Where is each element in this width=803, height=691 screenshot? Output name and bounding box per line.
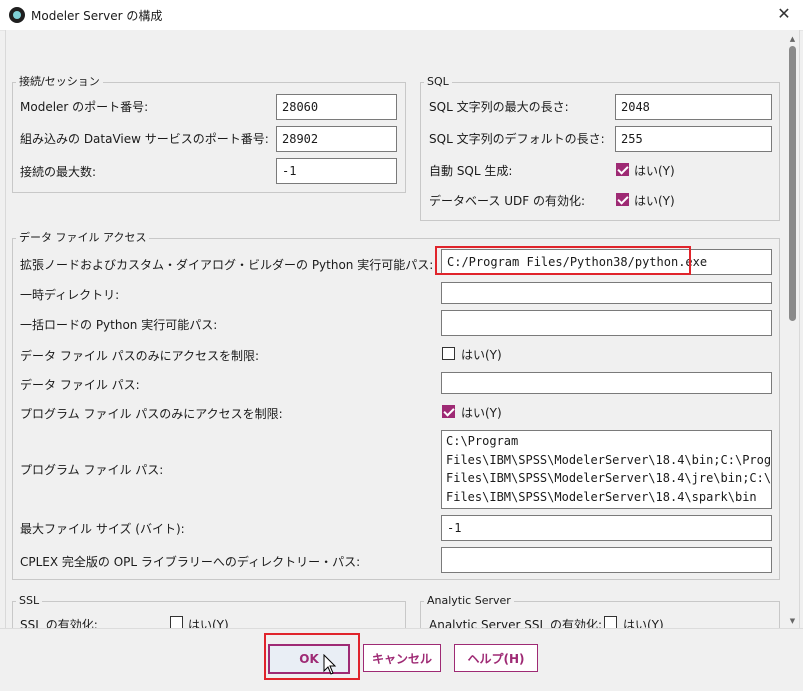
sql-maxlen-label: SQL 文字列の最大の長さ: — [429, 100, 569, 114]
scroll-down-icon[interactable]: ▼ — [787, 616, 798, 626]
temp-dir-input[interactable] — [441, 282, 772, 304]
prog-path-label: プログラム ファイル パス: — [20, 463, 164, 477]
restrict-data-check-label[interactable]: はい(Y) — [461, 346, 502, 363]
port-label: Modeler のポート番号: — [20, 100, 149, 114]
bulk-python-label: 一括ロードの Python 実行可能パス: — [20, 318, 218, 332]
ok-button[interactable]: OK — [268, 644, 350, 674]
max-file-size-label: 最大ファイル サイズ (バイト): — [20, 522, 185, 536]
max-file-size-input[interactable]: -1 — [441, 515, 772, 541]
scroll-up-icon[interactable]: ▲ — [787, 34, 798, 44]
dataview-port-label: 組み込みの DataView サービスのポート番号: — [20, 132, 269, 146]
sql-maxlen-input[interactable]: 2048 — [615, 94, 772, 120]
restrict-prog-checkbox[interactable] — [442, 405, 455, 418]
auto-sql-checkbox[interactable] — [616, 163, 629, 176]
sql-deflen-label: SQL 文字列のデフォルトの長さ: — [429, 132, 605, 146]
title-bar: Modeler Server の構成 ✕ — [0, 0, 803, 31]
analytic-ssl-checkbox[interactable] — [604, 616, 617, 628]
max-connections-label: 接続の最大数: — [20, 165, 97, 179]
dataview-port-input[interactable]: 28902 — [276, 126, 397, 152]
udf-check-label[interactable]: はい(Y) — [634, 192, 675, 209]
connection-legend: 接続/セッション — [16, 76, 103, 88]
data-path-input[interactable] — [441, 372, 772, 394]
ssl-enable-check-label[interactable]: はい(Y) — [188, 616, 229, 628]
analytic-ssl-check-label[interactable]: はい(Y) — [623, 616, 664, 628]
python-path-label: 拡張ノードおよびカスタム・ダイアログ・ビルダーの Python 実行可能パス: — [20, 258, 434, 272]
data-access-legend: データ ファイル アクセス — [16, 232, 150, 244]
ssl-enable-label: SSL の有効化: — [20, 618, 98, 628]
help-button[interactable]: ヘルプ(H) — [454, 644, 538, 672]
ssl-enable-checkbox[interactable] — [170, 616, 183, 628]
restrict-data-label: データ ファイル パスのみにアクセスを制限: — [20, 349, 260, 363]
sql-legend: SQL — [424, 76, 452, 88]
close-icon[interactable]: ✕ — [771, 3, 797, 25]
app-icon — [9, 7, 25, 23]
analytic-legend: Analytic Server — [424, 595, 514, 607]
mouse-cursor-icon — [323, 654, 337, 675]
temp-dir-label: 一時ディレクトリ: — [20, 288, 120, 302]
auto-sql-label: 自動 SQL 生成: — [429, 164, 513, 178]
udf-label: データベース UDF の有効化: — [429, 194, 585, 208]
cplex-path-label: CPLEX 完全版の OPL ライブラリーへのディレクトリー・パス: — [20, 555, 361, 569]
port-input[interactable]: 28060 — [276, 94, 397, 120]
restrict-prog-check-label[interactable]: はい(Y) — [461, 404, 502, 421]
restrict-data-checkbox[interactable] — [442, 347, 455, 360]
ssl-legend: SSL — [16, 595, 43, 607]
cancel-button[interactable]: キャンセル — [363, 644, 441, 672]
udf-checkbox[interactable] — [616, 193, 629, 206]
data-path-label: データ ファイル パス: — [20, 378, 140, 392]
scroll-thumb[interactable] — [789, 46, 796, 321]
restrict-prog-label: プログラム ファイル パスのみにアクセスを制限: — [20, 407, 283, 421]
dialog-body: 接続/セッション Modeler のポート番号: 28060 組み込みの Dat… — [5, 30, 800, 628]
auto-sql-check-label[interactable]: はい(Y) — [634, 162, 675, 179]
prog-path-input[interactable]: C:\Program Files\IBM\SPSS\ModelerServer\… — [441, 430, 772, 509]
analytic-ssl-label: Analytic Server SSL の有効化: — [429, 618, 602, 628]
cplex-path-input[interactable] — [441, 547, 772, 573]
bulk-python-input[interactable] — [441, 310, 772, 336]
python-path-highlight — [435, 246, 691, 275]
window-title: Modeler Server の構成 — [31, 9, 163, 23]
max-connections-input[interactable]: -1 — [276, 158, 397, 184]
sql-deflen-input[interactable]: 255 — [615, 126, 772, 152]
